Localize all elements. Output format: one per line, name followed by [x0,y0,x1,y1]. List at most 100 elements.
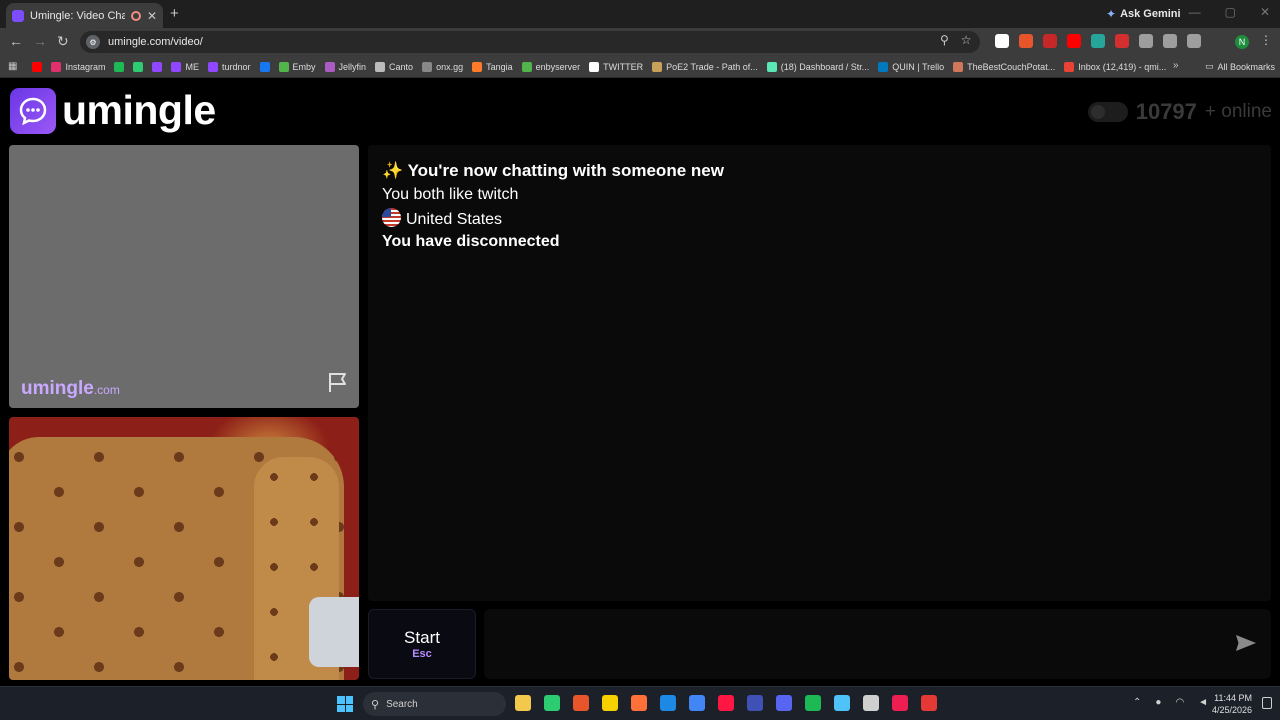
close-window-icon[interactable]: ✕ [1260,5,1270,19]
bookmark-favicon-icon [953,61,964,72]
bookmark-item[interactable] [133,61,144,72]
clock[interactable]: 11:44 PM 4/25/2026 [1210,692,1252,716]
bookmark-item[interactable]: QUIN | Trello [878,61,944,72]
taskbar-app-icon[interactable] [631,695,647,711]
volume-icon[interactable]: ◄ [1198,697,1208,708]
bookmark-favicon-icon [171,61,182,72]
bookmark-favicon-icon [375,61,386,72]
send-icon[interactable] [1235,634,1257,657]
microphone-icon[interactable]: ● [1155,697,1161,708]
reload-icon[interactable]: ↻ [57,33,69,50]
bookmark-item[interactable]: ME [171,61,199,72]
media-controls-icon[interactable] [1187,34,1201,48]
bookmark-item[interactable]: Tangia [472,61,513,72]
bookmark-item[interactable]: TWITTER [589,61,643,72]
bookmark-favicon-icon [114,61,125,72]
extension-tag-icon[interactable] [1115,34,1129,48]
bookmark-item[interactable] [32,61,43,72]
bookmark-item[interactable]: (18) Dashboard / Str... [766,61,869,72]
notifications-icon[interactable] [1262,697,1272,709]
bookmark-item[interactable]: Canto [375,61,413,72]
extensions-puzzle-icon[interactable] [1139,34,1153,48]
window-controls: — ▢ ✕ [1189,5,1270,19]
search-icon: ⚲ [371,698,380,711]
taskbar-app-icon[interactable] [602,695,618,711]
taskbar-app-icon[interactable] [689,695,705,711]
online-indicator: 10797 + online [1087,99,1272,125]
maximize-icon[interactable]: ▢ [1225,5,1236,19]
all-bookmarks-button[interactable]: ▭ All Bookmarks [1205,61,1275,72]
browser-tab-active[interactable]: Umingle: Video Chat with S ✕ [6,3,163,28]
all-bookmarks-label: All Bookmarks [1217,61,1276,72]
wifi-icon[interactable]: ◠ [1175,697,1184,708]
bookmark-star-icon[interactable]: ☆ [961,33,972,47]
extensions-row [995,34,1201,48]
bookmark-item[interactable]: Inbox (12,419) - qmi... [1064,61,1167,72]
bookmark-item[interactable]: Instagram [51,61,106,72]
windows-start-icon[interactable] [337,696,353,712]
taskbar-app-icon[interactable] [544,695,560,711]
extension-youtube-icon[interactable] [1067,34,1081,48]
bookmark-item[interactable] [152,61,163,72]
bookmark-favicon-icon [1064,61,1075,72]
bookmark-favicon-icon [472,61,483,72]
taskbar-app-icon[interactable] [660,695,676,711]
site-info-icon[interactable]: ⚙ [86,35,100,49]
theme-toggle[interactable] [1087,102,1128,122]
bookmark-favicon-icon [324,61,335,72]
extension-red-icon[interactable] [1043,34,1057,48]
taskbar-app-icon[interactable] [892,695,908,711]
extension-k-icon[interactable] [995,34,1009,48]
umingle-logo[interactable]: umingle [10,87,216,134]
extension-fox-icon[interactable] [1019,34,1033,48]
taskbar-app-icon[interactable] [921,695,937,711]
more-bookmarks-icon[interactable]: » [1173,60,1179,71]
new-tab-button[interactable]: + [170,5,179,22]
zoom-icon[interactable]: ⚲ [940,33,949,47]
bookmarks-bar: ▦ Instagram ME turdnor Emby Jellyfin Canto onx… [0,56,1280,78]
bookmark-item[interactable]: Jellyfin [324,61,366,72]
bookmark-item[interactable]: turdnor [207,61,251,72]
back-arrow-icon[interactable]: ← [9,33,23,49]
extension-7tv-icon[interactable] [1091,34,1105,48]
apps-grid-icon[interactable]: ▦ [8,61,17,72]
bookmark-item[interactable]: Emby [278,61,316,72]
bookmark-item[interactable]: onx.gg [422,61,463,72]
bookmark-item[interactable] [114,61,125,72]
browser-toolbar: ← → ↻ ⚙ umingle.com/video/ ⚲ ☆ N ⋮ [0,28,1280,56]
taskbar-app-icon[interactable] [805,695,821,711]
close-tab-icon[interactable]: ✕ [147,9,157,23]
taskbar-app-icon[interactable] [718,695,734,711]
umingle-favicon-icon [12,9,24,22]
start-button[interactable]: Start Esc [368,609,476,679]
ask-gemini-button[interactable]: ✦ Ask Gemini [1106,5,1181,23]
country-label: United States [406,211,503,228]
bookmark-favicon-icon [152,61,163,72]
bookmark-label: Inbox (12,419) - qmi... [1078,61,1167,72]
message-input[interactable] [484,609,1214,679]
us-flag-icon [382,208,401,227]
forward-arrow-icon[interactable]: → [33,33,47,49]
taskbar-search[interactable]: ⚲ Search [363,692,506,716]
profile-avatar[interactable]: N [1235,35,1249,49]
taskbar-app-icon[interactable] [515,695,531,711]
bookmark-item[interactable] [259,61,270,72]
taskbar-app-icon[interactable] [573,695,589,711]
report-flag-icon[interactable] [327,371,349,398]
taskbar-app-icon[interactable] [776,695,792,711]
self-camera-video [9,417,359,680]
side-panel-icon[interactable] [1163,34,1177,48]
bookmark-item[interactable]: enbyserver [521,61,580,72]
browser-menu-icon[interactable]: ⋮ [1260,33,1272,47]
tray-chevron-icon[interactable]: ⌃ [1133,697,1141,708]
minimize-icon[interactable]: — [1189,5,1201,19]
bookmark-item[interactable]: PoE2 Trade - Path of... [652,61,758,72]
taskbar-app-icon[interactable] [834,695,850,711]
chat-bubble-logo-icon [10,87,56,134]
bookmark-item[interactable]: TheBestCouchPotat... [953,61,1055,72]
taskbar-app-icon[interactable] [863,695,879,711]
bookmark-label: Instagram [65,61,106,72]
recording-icon [130,10,141,21]
address-bar[interactable]: ⚙ umingle.com/video/ [80,31,980,53]
taskbar-app-icon[interactable] [747,695,763,711]
